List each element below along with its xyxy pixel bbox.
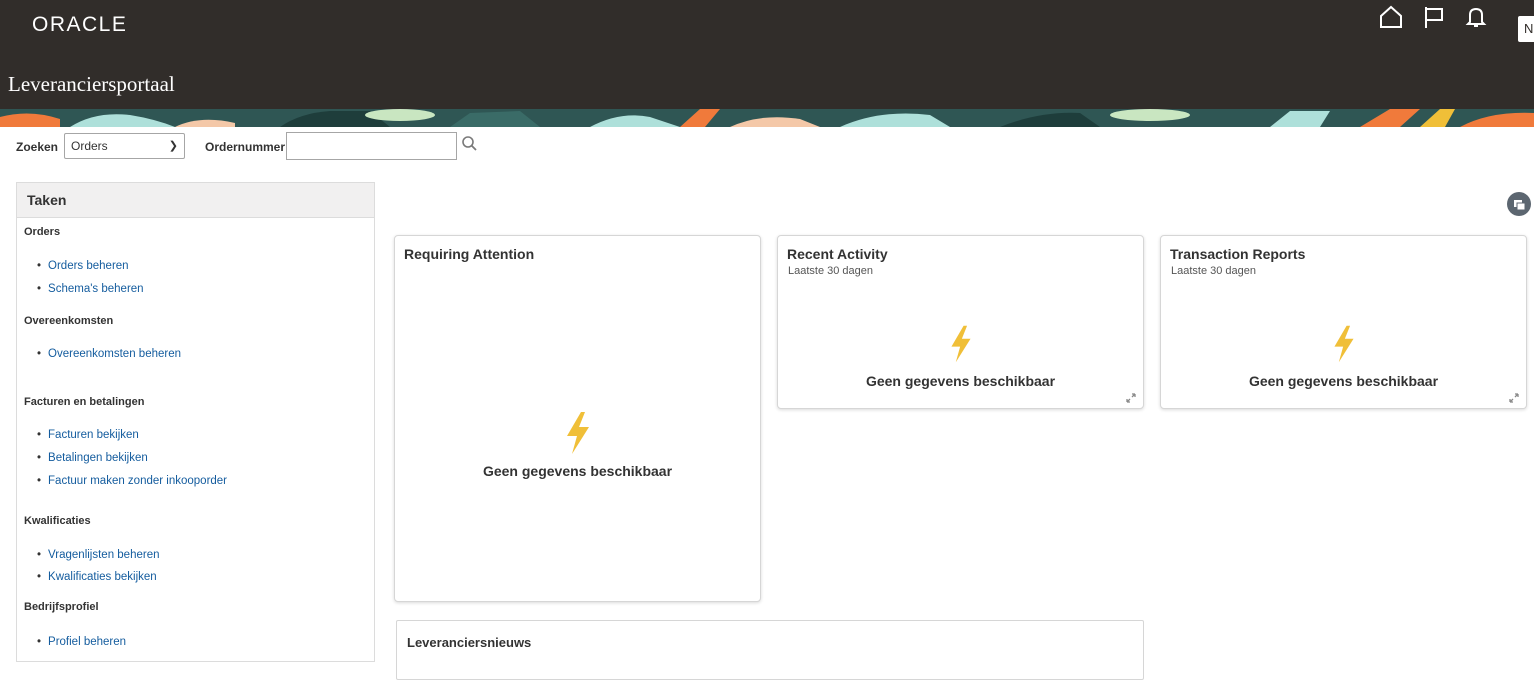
card-title: Recent Activity xyxy=(787,246,888,262)
page-title: Leveranciersportaal xyxy=(8,72,175,96)
search-type-select[interactable]: Orders ❯ xyxy=(64,133,185,159)
empty-state: Geen gegevens beschikbaar xyxy=(778,324,1143,389)
search-icon[interactable] xyxy=(460,135,480,155)
oracle-logo[interactable]: ORACLE xyxy=(32,13,127,37)
supplier-news-card: Leveranciersnieuws xyxy=(396,620,1144,680)
tasks-title: Taken xyxy=(17,183,374,218)
expand-icon[interactable] xyxy=(1125,392,1137,404)
task-link-manage-questionnaires[interactable]: Vragenlijsten beheren xyxy=(37,549,159,561)
search-bar: Zoeken Orders ❯ Ordernummer xyxy=(0,132,600,162)
chevron-down-icon: ❯ xyxy=(168,140,178,152)
task-group-invoices-payments: Facturen en betalingen xyxy=(24,396,145,408)
tasks-panel: Taken Orders Orders beheren Schema's beh… xyxy=(16,182,375,662)
task-link-manage-profile[interactable]: Profiel beheren xyxy=(37,636,126,648)
lightning-icon xyxy=(566,412,589,454)
search-type-value: Orders xyxy=(71,139,108,153)
expand-icon[interactable] xyxy=(1508,392,1520,404)
lightning-icon xyxy=(1333,325,1354,363)
recent-activity-card: Recent Activity Laatste 30 dagen Geen ge… xyxy=(777,235,1144,409)
task-group-agreements: Overeenkomsten xyxy=(24,315,114,327)
layers-icon xyxy=(1514,200,1526,211)
requiring-attention-card: Requiring Attention Geen gegevens beschi… xyxy=(394,235,761,602)
order-number-label: Ordernummer xyxy=(205,140,286,154)
card-title: Leveranciersnieuws xyxy=(407,635,532,650)
user-avatar[interactable]: N xyxy=(1518,16,1534,42)
empty-message: Geen gegevens beschikbaar xyxy=(1248,373,1439,389)
card-subtitle: Laatste 30 dagen xyxy=(1171,265,1257,277)
task-link-view-payments[interactable]: Betalingen bekijken xyxy=(37,452,148,464)
order-number-input[interactable] xyxy=(286,132,457,160)
home-icon[interactable] xyxy=(1378,4,1404,30)
bell-icon[interactable] xyxy=(1463,4,1489,30)
lightning-icon xyxy=(950,325,971,363)
transaction-reports-card: Transaction Reports Laatste 30 dagen Gee… xyxy=(1160,235,1527,409)
task-group-qualifications: Kwalificaties xyxy=(24,515,91,527)
task-group-orders: Orders xyxy=(24,226,61,238)
task-link-manage-schedules[interactable]: Schema's beheren xyxy=(37,283,144,295)
task-link-view-invoices[interactable]: Facturen bekijken xyxy=(37,429,139,441)
empty-state: Geen gegevens beschikbaar xyxy=(395,412,760,479)
task-link-create-invoice-no-po[interactable]: Factuur maken zonder inkooporder xyxy=(37,475,227,487)
task-link-manage-agreements[interactable]: Overeenkomsten beheren xyxy=(37,348,181,360)
task-link-manage-orders[interactable]: Orders beheren xyxy=(37,260,129,272)
personalize-button[interactable] xyxy=(1507,192,1531,216)
flag-icon[interactable] xyxy=(1421,4,1447,30)
task-link-view-qualifications[interactable]: Kwalificaties bekijken xyxy=(37,571,157,583)
card-title: Requiring Attention xyxy=(404,246,535,262)
global-header: ORACLE Leveranciersportaal N xyxy=(0,0,1534,127)
search-label: Zoeken xyxy=(16,140,59,154)
card-title: Transaction Reports xyxy=(1170,246,1306,262)
empty-message: Geen gegevens beschikbaar xyxy=(865,373,1056,389)
task-group-company-profile: Bedrijfsprofiel xyxy=(24,601,99,613)
empty-state: Geen gegevens beschikbaar xyxy=(1161,324,1526,389)
decorative-banner xyxy=(0,109,1534,127)
empty-message: Geen gegevens beschikbaar xyxy=(482,463,673,479)
card-subtitle: Laatste 30 dagen xyxy=(788,265,874,277)
